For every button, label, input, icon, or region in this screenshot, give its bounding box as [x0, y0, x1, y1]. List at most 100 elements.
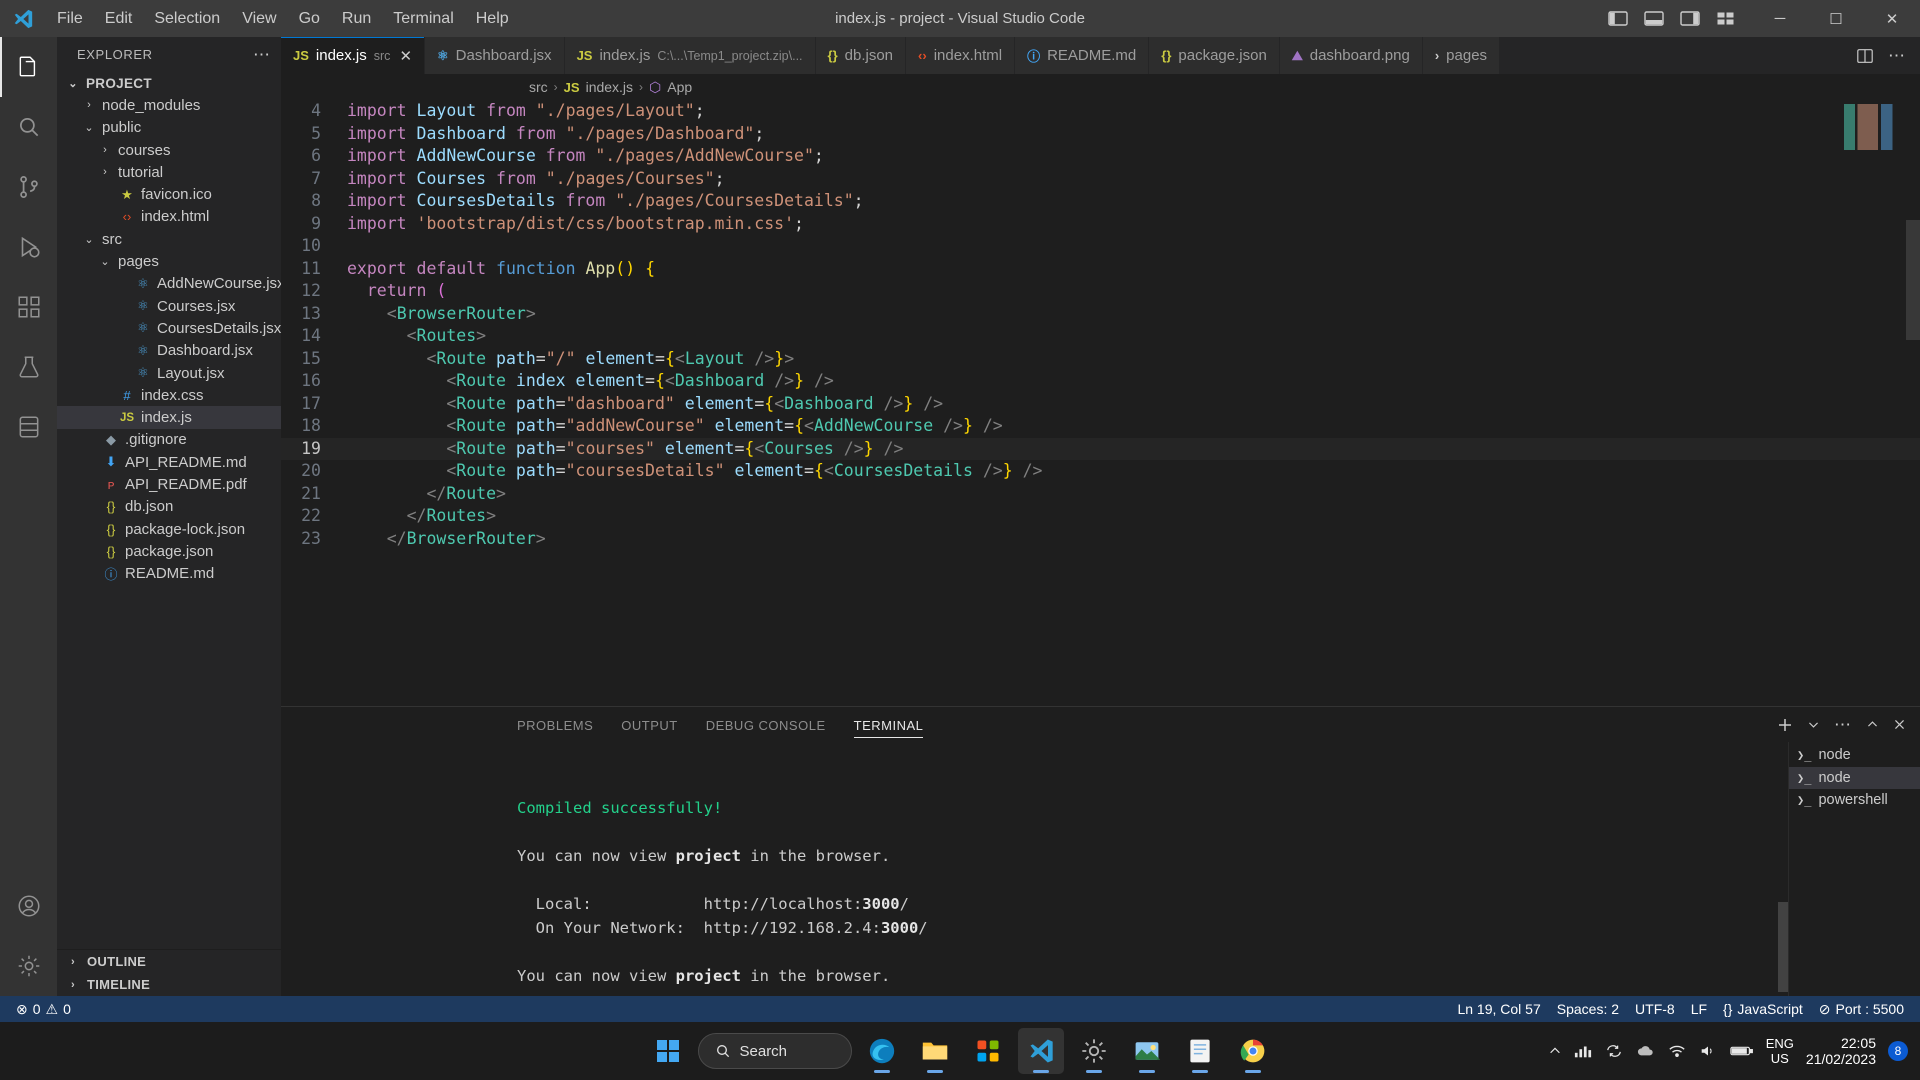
- tab-dashboard-jsx[interactable]: ⚛ Dashboard.jsx: [425, 37, 565, 74]
- activity-source-control[interactable]: [0, 157, 57, 217]
- status-language-mode[interactable]: {} JavaScript: [1715, 996, 1811, 1022]
- activity-search[interactable]: [0, 97, 57, 157]
- close-panel-icon[interactable]: [1893, 718, 1906, 731]
- breadcrumb-index-js[interactable]: index.js: [586, 79, 633, 95]
- toggle-panel-icon[interactable]: [1644, 10, 1664, 27]
- menu-help[interactable]: Help: [465, 6, 520, 32]
- tree-item-courses[interactable]: › courses: [57, 139, 281, 161]
- menu-terminal[interactable]: Terminal: [382, 6, 464, 32]
- editor-more-actions-icon[interactable]: ⋯: [1888, 46, 1906, 66]
- tree-item-db-json[interactable]: {} db.json: [57, 496, 281, 518]
- status-live-server-port[interactable]: ⊘ Port : 5500: [1811, 996, 1912, 1022]
- section-timeline[interactable]: › TIMELINE: [57, 973, 281, 996]
- tab-terminal[interactable]: TERMINAL: [853, 712, 924, 738]
- menu-view[interactable]: View: [231, 6, 287, 32]
- taskbar-edge[interactable]: [859, 1028, 905, 1074]
- toggle-secondary-sidebar-icon[interactable]: [1680, 10, 1700, 27]
- status-indentation[interactable]: Spaces: 2: [1549, 996, 1627, 1022]
- tree-item-pages[interactable]: ⌄ pages: [57, 250, 281, 272]
- code-line[interactable]: 9 import 'bootstrap/dist/css/bootstrap.mi…: [281, 213, 1920, 236]
- tab-problems[interactable]: PROBLEMS: [517, 712, 593, 738]
- menu-file[interactable]: File: [46, 6, 94, 32]
- close-button[interactable]: ✕: [1864, 0, 1920, 37]
- terminal-output[interactable]: Compiled successfully! You can now view …: [281, 742, 1788, 996]
- activity-run-debug[interactable]: [0, 217, 57, 277]
- activity-settings[interactable]: [0, 936, 57, 996]
- tree-item-coursesdetails-jsx[interactable]: ⚛ CoursesDetails.jsx: [57, 317, 281, 339]
- tree-item-tutorial[interactable]: › tutorial: [57, 161, 281, 183]
- terminal-instance-list[interactable]: ❯_ node ❯_ node ❯_ powershell: [1788, 742, 1920, 996]
- maximize-panel-icon[interactable]: [1866, 718, 1879, 731]
- code-editor[interactable]: 4 import Layout from "./pages/Layout"; 5 im…: [281, 100, 1920, 706]
- activity-database[interactable]: [0, 397, 57, 457]
- code-line[interactable]: 21 </Route>: [281, 483, 1920, 506]
- status-eol[interactable]: LF: [1683, 996, 1715, 1022]
- tab-index-html[interactable]: ‹› index.html: [906, 37, 1016, 74]
- code-line[interactable]: 8 import CoursesDetails from "./pages/Cou…: [281, 190, 1920, 213]
- tree-item-api-readme-md[interactable]: ⬇ API_README.md: [57, 451, 281, 473]
- code-line[interactable]: 18 <Route path="addNewCourse" element={<…: [281, 415, 1920, 438]
- tab-output[interactable]: OUTPUT: [621, 712, 677, 738]
- tree-item-index-html[interactable]: ‹› index.html: [57, 206, 281, 228]
- tree-item-package-json[interactable]: {} package.json: [57, 540, 281, 562]
- tree-item-index-css[interactable]: # index.css: [57, 384, 281, 406]
- customize-layout-icon[interactable]: [1716, 10, 1736, 27]
- file-tree[interactable]: ⌄ PROJECT › node_modules ⌄ public › courses › t…: [57, 72, 281, 949]
- code-line[interactable]: 15 <Route path="/" element={<Layout />}>: [281, 348, 1920, 371]
- taskbar-photos[interactable]: [1124, 1028, 1170, 1074]
- menu-go[interactable]: Go: [288, 6, 331, 32]
- tree-item-layout-jsx[interactable]: ⚛ Layout.jsx: [57, 362, 281, 384]
- taskbar-search[interactable]: Search: [697, 1033, 852, 1069]
- status-encoding[interactable]: UTF-8: [1627, 996, 1683, 1022]
- tree-item-index-js[interactable]: JS index.js: [57, 406, 281, 429]
- tree-item-addnewcourse-jsx[interactable]: ⚛ AddNewCourse.jsx: [57, 273, 281, 295]
- maximize-button[interactable]: ☐: [1808, 0, 1864, 37]
- menu-run[interactable]: Run: [331, 6, 382, 32]
- code-line[interactable]: 12 return (: [281, 280, 1920, 303]
- menu-edit[interactable]: Edit: [94, 6, 144, 32]
- breadcrumb-src[interactable]: src: [529, 79, 548, 95]
- code-line[interactable]: 22 </Routes>: [281, 505, 1920, 528]
- code-line[interactable]: 19 <Route path="courses" element={<Cours…: [281, 438, 1920, 461]
- code-line[interactable]: 17 <Route path="dashboard" element={<Das…: [281, 393, 1920, 416]
- tree-item-src[interactable]: ⌄ src: [57, 228, 281, 250]
- activity-explorer[interactable]: [0, 37, 57, 97]
- split-editor-icon[interactable]: [1856, 47, 1874, 65]
- source-code[interactable]: 4 import Layout from "./pages/Layout"; 5 im…: [281, 100, 1920, 550]
- section-outline[interactable]: › OUTLINE: [57, 950, 281, 973]
- code-line[interactable]: 5 import Dashboard from "./pages/Dashboar…: [281, 123, 1920, 146]
- terminal-instance-node[interactable]: ❯_ node: [1789, 744, 1920, 767]
- code-line[interactable]: 13 <BrowserRouter>: [281, 303, 1920, 326]
- status-problems[interactable]: ⊗ 0 ⚠ 0: [8, 996, 79, 1022]
- tab-dashboard-png[interactable]: ⛰ dashboard.png: [1279, 37, 1423, 74]
- code-line[interactable]: 23 </BrowserRouter>: [281, 528, 1920, 551]
- code-line[interactable]: 7 import Courses from "./pages/Courses";: [281, 168, 1920, 191]
- terminal-instance-node-active[interactable]: ❯_ node: [1789, 766, 1920, 789]
- start-button[interactable]: [645, 1028, 691, 1074]
- code-line[interactable]: 20 <Route path="coursesDetails" element=…: [281, 460, 1920, 483]
- tree-item-package-lock-json[interactable]: {} package-lock.json: [57, 518, 281, 540]
- taskbar-chrome[interactable]: [1230, 1028, 1276, 1074]
- code-line[interactable]: 16 <Route index element={<Dashboard />} …: [281, 370, 1920, 393]
- panel-more-actions-icon[interactable]: ⋯: [1834, 715, 1852, 735]
- status-cursor-position[interactable]: Ln 19, Col 57: [1449, 996, 1548, 1022]
- editor-tabs[interactable]: JS index.js src ✕ ⚛ Dashboard.jsx JS index.js C:…: [281, 37, 1842, 74]
- editor-vertical-scrollbar[interactable]: [1906, 220, 1920, 340]
- taskbar-notepad[interactable]: [1177, 1028, 1223, 1074]
- activity-extensions[interactable]: [0, 277, 57, 337]
- tab-readme-md[interactable]: ⓘ README.md: [1015, 37, 1150, 74]
- code-line[interactable]: 10: [281, 235, 1920, 258]
- tab-db-json[interactable]: {} db.json: [815, 37, 907, 74]
- code-line[interactable]: 14 <Routes>: [281, 325, 1920, 348]
- tab-package-json[interactable]: {} package.json: [1149, 37, 1280, 74]
- tree-item-dashboard-jsx[interactable]: ⚛ Dashboard.jsx: [57, 340, 281, 362]
- tree-item-favicon-ico[interactable]: ★ favicon.ico: [57, 183, 281, 205]
- tree-item-api-readme-pdf[interactable]: ᴘ API_README.pdf: [57, 473, 281, 495]
- taskbar-file-explorer[interactable]: [912, 1028, 958, 1074]
- tree-root-project[interactable]: ⌄ PROJECT: [57, 72, 281, 94]
- taskbar-settings[interactable]: [1071, 1028, 1117, 1074]
- code-line[interactable]: 4 import Layout from "./pages/Layout";: [281, 100, 1920, 123]
- tree-item-readme-md[interactable]: ⓘ README.md: [57, 563, 281, 585]
- taskbar-store[interactable]: [965, 1028, 1011, 1074]
- toggle-primary-sidebar-icon[interactable]: [1608, 10, 1628, 27]
